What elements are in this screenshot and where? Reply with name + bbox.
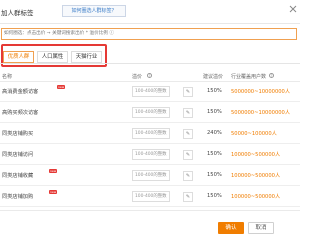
suggested-bid: 150% (207, 193, 222, 199)
coverage-scale: 50000~100000人 (231, 131, 277, 137)
table-row: 高购买频次访客 100-400的整数 ✎ 150% 5000000~100000… (0, 103, 300, 123)
coverage-scale: 100000~500000人 (231, 152, 281, 158)
footer-divider (0, 210, 300, 211)
new-badge: new (57, 85, 66, 89)
pencil-icon[interactable]: ✎ (183, 171, 193, 181)
close-icon[interactable] (289, 5, 297, 13)
bid-input[interactable]: 100-400的整数 (132, 149, 170, 160)
tab-quality-crowd[interactable]: 优质人群 (3, 51, 34, 63)
suggested-bid: 150% (207, 151, 222, 157)
bid-input[interactable]: 100-400的整数 (132, 86, 170, 97)
coverage-scale: 100000~500000人 (231, 173, 281, 179)
column-header-suggested-bid: 建议溢价 (203, 74, 224, 80)
bid-input[interactable]: 100-400的整数 (132, 107, 170, 118)
help-icon[interactable]: ? (269, 73, 274, 78)
dialog-header: 加人群标签 如何圈选人群标签？ (0, 0, 300, 24)
bid-input[interactable]: 100-400的整数 (132, 191, 170, 202)
new-badge: new (49, 169, 58, 173)
confirm-button[interactable]: 确认 (218, 222, 244, 234)
coverage-scale: 5000000~10000000人 (231, 110, 291, 116)
crowd-name: 同类店铺加购 (2, 194, 34, 200)
coverage-scale: 100000~500000人 (231, 194, 281, 200)
table-row: 同类店铺收藏 new 100-400的整数 ✎ 150% 100000~5000… (0, 166, 300, 186)
crowd-name: 高购买频次访客 (2, 110, 39, 116)
tab-demographics[interactable]: 人口属性 (37, 51, 68, 63)
coverage-scale: 5000000~10000000人 (231, 89, 291, 95)
dialog-title: 加人群标签 (1, 9, 34, 17)
table-row: 同类店铺访问 100-400的整数 ✎ 150% 100000~500000人 (0, 145, 300, 165)
pencil-icon[interactable]: ✎ (183, 192, 193, 202)
suggested-bid: 150% (207, 109, 222, 115)
crowd-name: 高消费金额访客 (2, 89, 39, 95)
pencil-icon[interactable]: ✎ (183, 108, 193, 118)
table-row: 高消费金额访客 new 100-400的整数 ✎ 150% 5000000~10… (0, 82, 300, 102)
how-to-select-button[interactable]: 如何圈选人群标签？ (62, 5, 126, 17)
new-badge: new (49, 190, 58, 194)
bid-input[interactable]: 100-400的整数 (132, 170, 170, 181)
tab-divider (0, 63, 300, 64)
pencil-icon[interactable]: ✎ (183, 129, 193, 139)
crowd-name: 同类店铺收藏 (2, 173, 34, 179)
column-header-bid: 溢价 (132, 74, 143, 80)
table-row: 同类店铺加购 new 100-400的整数 ✎ 150% 100000~5000… (0, 187, 300, 207)
help-icon[interactable]: ? (147, 73, 152, 78)
crowd-name: 同类店铺访问 (2, 152, 34, 158)
crowd-name: 同类店铺购买 (2, 131, 34, 137)
bid-input[interactable]: 100-400的整数 (132, 128, 170, 139)
column-header-name: 名称 (2, 74, 13, 80)
cancel-button[interactable]: 取消 (248, 222, 274, 234)
pencil-icon[interactable]: ✎ (183, 150, 193, 160)
tab-tmall-industry[interactable]: 天猫行业 (71, 51, 102, 63)
suggested-bid: 240% (207, 130, 222, 136)
suggested-bid: 150% (207, 172, 222, 178)
suggested-bid: 150% (207, 88, 222, 94)
column-header-scale: 行业覆盖用户数 (231, 74, 267, 80)
table-row: 同类店铺购买 100-400的整数 ✎ 240% 50000~100000人 (0, 124, 300, 144)
selection-description: 如何圈选：点击出价 → 关键词搜索出价 * 溢价比例 ⓘ (1, 28, 297, 40)
pencil-icon[interactable]: ✎ (183, 87, 193, 97)
